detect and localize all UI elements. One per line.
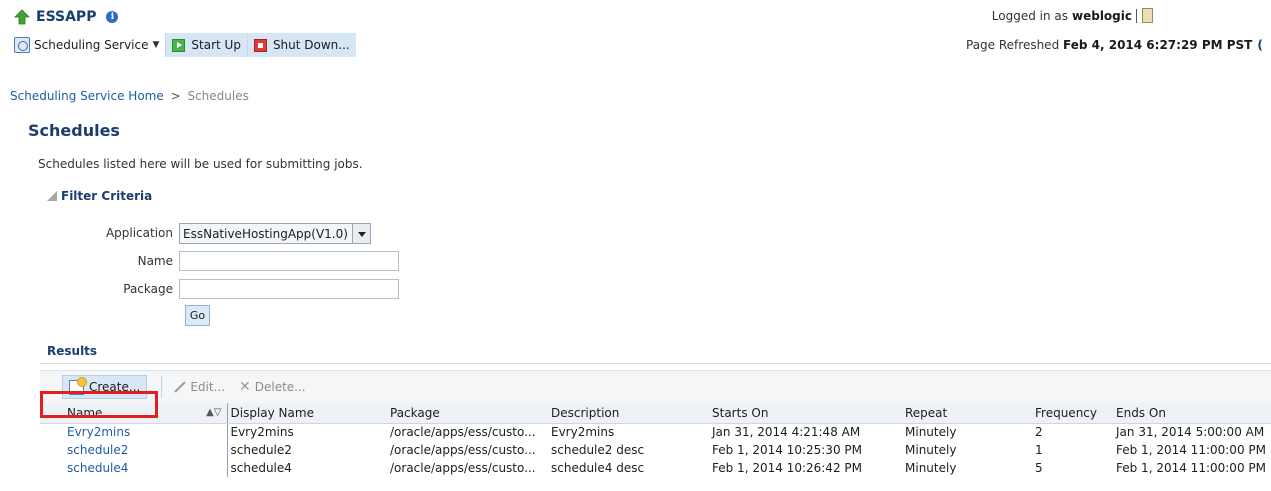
ends-on-cell: Jan 31, 2014 5:00:00 AM: [1116, 425, 1265, 440]
document-icon[interactable]: [1142, 8, 1153, 23]
logged-in-prefix: Logged in as: [991, 8, 1068, 23]
chevron-down-icon: ▼: [152, 40, 160, 50]
package-input[interactable]: [179, 279, 399, 299]
frequency-cell: 5: [1035, 461, 1043, 475]
table-row[interactable]: schedule4 schedule4 /oracle/apps/ess/cus…: [40, 459, 1271, 477]
disclosure-triangle-icon: [47, 191, 57, 201]
schedule-link[interactable]: Evry2mins: [67, 425, 130, 439]
table-header-row: Name ▲▽ Display Name Package Description…: [40, 403, 1271, 424]
package-label: Package: [123, 282, 173, 296]
column-header-display-name[interactable]: Display Name: [226, 403, 387, 424]
column-header-starts-on[interactable]: Starts On: [709, 403, 902, 424]
sort-ascending-descending-icon[interactable]: ▲▽: [206, 407, 221, 418]
toolbar-divider: [161, 376, 163, 398]
delete-button[interactable]: ✕ Delete...: [239, 379, 306, 395]
description-cell: schedule4 desc: [551, 461, 645, 475]
delete-label: Delete...: [254, 380, 306, 394]
up-arrow-icon: [14, 9, 30, 25]
filter-criteria-toggle[interactable]: Filter Criteria: [47, 189, 152, 203]
scheduling-service-icon: [14, 37, 30, 53]
package-cell: /oracle/apps/ess/custo...: [390, 425, 536, 440]
refresh-trailing: (: [1257, 38, 1263, 52]
app-name: ESSAPP: [36, 9, 97, 25]
repeat-cell: Minutely: [905, 443, 957, 457]
create-highlight-annotation: [40, 391, 158, 418]
username[interactable]: weblogic: [1072, 9, 1132, 23]
ends-on-cell: Feb 1, 2014 11:00:00 PM: [1116, 461, 1266, 475]
column-header-ends-on[interactable]: Ends On: [1113, 403, 1271, 424]
sort-controls[interactable]: ▲▽: [185, 403, 227, 424]
start-up-label: Start Up: [191, 38, 241, 52]
breadcrumb-separator: >: [170, 89, 181, 103]
table-row[interactable]: Evry2mins Evry2mins /oracle/apps/ess/cus…: [40, 423, 1271, 441]
ends-on-cell: Feb 1, 2014 11:00:00 PM: [1116, 443, 1266, 457]
schedule-link[interactable]: schedule2: [67, 443, 128, 457]
edit-button[interactable]: Edit...: [172, 380, 225, 394]
divider: [1136, 8, 1137, 23]
filter-criteria-title: Filter Criteria: [61, 189, 153, 203]
name-label: Name: [137, 254, 173, 268]
results-toolbar: Create... Edit... ✕ Delete...: [40, 370, 1271, 403]
service-toolbar: Scheduling Service ▼ Start Up Shut Down.…: [14, 33, 356, 57]
name-cell[interactable]: schedule4: [40, 459, 227, 477]
stop-icon: [253, 38, 267, 52]
scheduling-service-menu[interactable]: Scheduling Service ▼: [14, 33, 165, 57]
application-value: EssNativeHostingApp(V1.0): [183, 226, 348, 241]
description-cell: Evry2mins: [551, 425, 615, 440]
column-header-repeat[interactable]: Repeat: [902, 403, 1032, 424]
starts-on-cell: Feb 1, 2014 10:26:42 PM: [712, 461, 862, 475]
frequency-cell: 1: [1035, 443, 1043, 457]
package-cell: /oracle/apps/ess/custo...: [390, 443, 536, 457]
column-header-package[interactable]: Package: [387, 403, 548, 424]
description-cell: schedule2 desc: [551, 443, 645, 457]
pencil-icon: [172, 380, 186, 394]
results-title: Results: [47, 344, 98, 358]
starts-on-cell: Jan 31, 2014 4:21:48 AM: [712, 425, 861, 440]
starts-on-cell: Feb 1, 2014 10:25:30 PM: [712, 443, 862, 457]
shut-down-button[interactable]: Shut Down...: [246, 33, 356, 57]
refreshed-prefix: Page Refreshed: [966, 38, 1060, 52]
page-title: Schedules: [28, 121, 120, 140]
start-icon: [172, 38, 186, 52]
info-icon[interactable]: i: [106, 11, 119, 23]
breadcrumb: Scheduling Service Home > Schedules: [10, 89, 249, 103]
page-description: Schedules listed here will be used for s…: [38, 157, 363, 171]
name-cell[interactable]: schedule2: [40, 441, 227, 459]
delete-x-icon: ✕: [239, 379, 251, 395]
display-name-cell: schedule4: [226, 459, 387, 477]
shut-down-label: Shut Down...: [272, 38, 350, 52]
breadcrumb-current: Schedules: [187, 89, 249, 103]
app-title: ESSAPP i: [14, 8, 119, 26]
column-header-frequency[interactable]: Frequency: [1032, 403, 1113, 424]
dropdown-arrow-icon[interactable]: [351, 224, 370, 243]
display-name-cell: schedule2: [226, 441, 387, 459]
edit-label: Edit...: [190, 380, 226, 394]
go-button[interactable]: Go: [185, 305, 210, 326]
package-cell: /oracle/apps/ess/custo...: [390, 461, 536, 475]
application-label: Application: [105, 226, 173, 240]
results-table: Name ▲▽ Display Name Package Description…: [40, 403, 1271, 477]
name-input[interactable]: [179, 251, 399, 271]
login-info: Logged in as weblogic: [992, 8, 1153, 23]
frequency-cell: 2: [1035, 425, 1043, 440]
display-name-cell: Evry2mins: [226, 423, 387, 441]
table-row[interactable]: schedule2 schedule2 /oracle/apps/ess/cus…: [40, 441, 1271, 459]
column-header-description[interactable]: Description: [548, 403, 709, 424]
name-cell[interactable]: Evry2mins: [40, 423, 227, 441]
schedule-link[interactable]: schedule4: [67, 461, 128, 475]
scheduling-service-label: Scheduling Service: [34, 38, 149, 52]
breadcrumb-home-link[interactable]: Scheduling Service Home: [10, 89, 164, 103]
page-refreshed-info: Page Refreshed Feb 4, 2014 6:27:29 PM PS…: [966, 38, 1263, 52]
application-select[interactable]: EssNativeHostingApp(V1.0): [179, 223, 371, 244]
repeat-cell: Minutely: [905, 461, 957, 475]
results-divider: [40, 363, 1271, 364]
start-up-button[interactable]: Start Up: [165, 33, 247, 57]
repeat-cell: Minutely: [905, 425, 957, 440]
refreshed-time: Feb 4, 2014 6:27:29 PM PST: [1063, 38, 1253, 52]
